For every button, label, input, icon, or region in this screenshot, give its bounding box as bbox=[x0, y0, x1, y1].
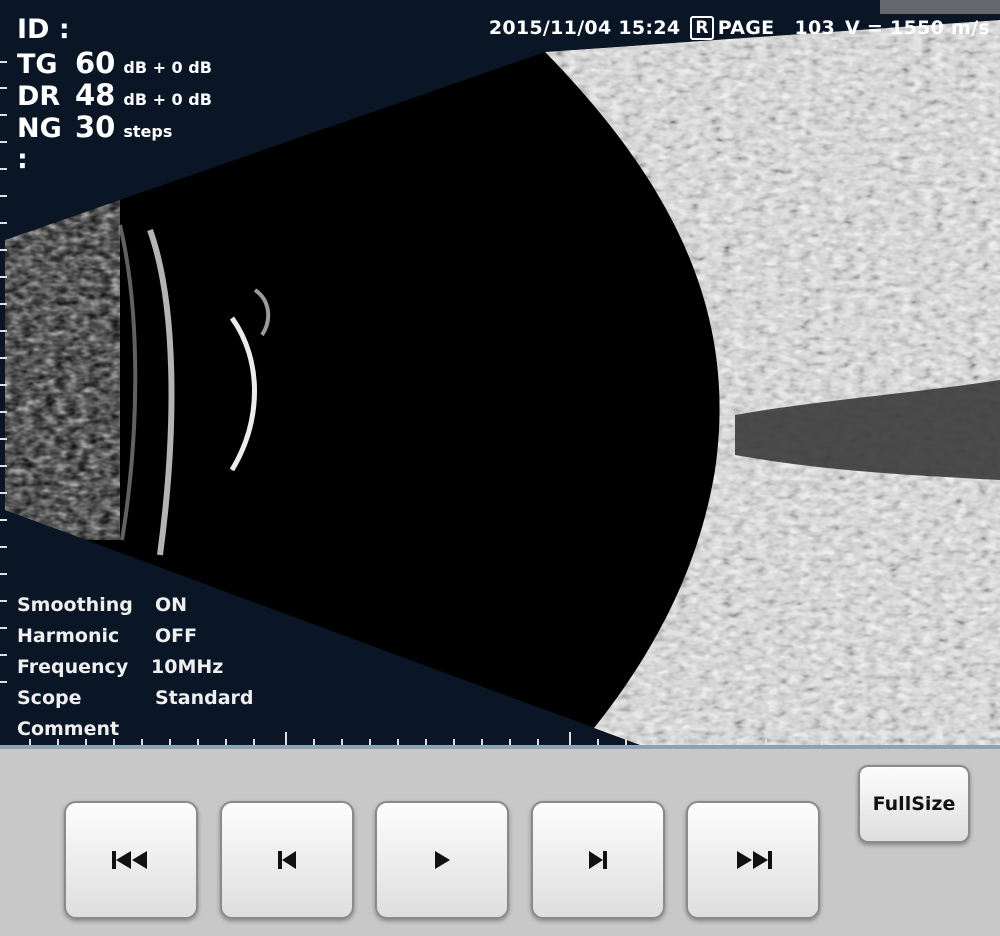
step-back-icon bbox=[278, 851, 296, 869]
setting-frequency: Frequency 10MHz bbox=[17, 656, 223, 678]
skip-to-last-icon bbox=[737, 851, 772, 869]
playback-controls: FullSize bbox=[0, 745, 1000, 936]
step-forward-icon bbox=[589, 851, 607, 869]
velocity-readout: V = 1550 m/s bbox=[845, 17, 990, 39]
setting-harmonic: Harmonic OFF bbox=[17, 625, 197, 647]
setting-value: 10MHz bbox=[151, 656, 224, 678]
play-icon bbox=[435, 851, 450, 869]
tg-value: 60 bbox=[75, 46, 116, 80]
dr-unit: dB + 0 dB bbox=[123, 90, 212, 109]
datetime: 2015/11/04 15:24 bbox=[488, 17, 681, 39]
ng-readout: NG : 30 steps bbox=[17, 110, 172, 175]
dr-value: 48 bbox=[75, 78, 116, 112]
side-badge: R bbox=[690, 16, 714, 40]
setting-value: OFF bbox=[155, 625, 198, 647]
ng-unit: steps bbox=[123, 122, 173, 141]
next-frame-button[interactable] bbox=[531, 801, 665, 919]
setting-key: Scope bbox=[17, 687, 82, 709]
tg-unit: dB + 0 dB bbox=[123, 58, 212, 77]
setting-scope: Scope Standard bbox=[17, 687, 254, 709]
play-button[interactable] bbox=[375, 801, 509, 919]
previous-frame-button[interactable] bbox=[220, 801, 354, 919]
status-header: 2015/11/04 15:24 R PAGE 103 V = 1550 m/s bbox=[489, 16, 990, 40]
last-frame-button[interactable] bbox=[686, 801, 820, 919]
setting-smoothing: Smoothing ON bbox=[17, 594, 187, 616]
page-label: PAGE bbox=[717, 17, 775, 39]
setting-key: Harmonic bbox=[17, 625, 120, 647]
setting-comment: Comment bbox=[17, 718, 155, 740]
ng-label: NG : bbox=[17, 113, 62, 175]
setting-key: Smoothing bbox=[17, 594, 133, 616]
fullsize-button[interactable]: FullSize bbox=[858, 765, 970, 843]
page-number: 103 bbox=[794, 17, 835, 39]
setting-value: Standard bbox=[155, 687, 254, 709]
ng-value: 30 bbox=[75, 110, 116, 144]
setting-key: Frequency bbox=[17, 656, 129, 678]
setting-key: Comment bbox=[17, 718, 120, 740]
setting-value: ON bbox=[155, 594, 188, 616]
ultrasound-display: ID : TG : 60 dB + 0 dB DR : 48 dB + 0 dB… bbox=[0, 0, 1000, 745]
skip-to-first-icon bbox=[112, 851, 147, 869]
patient-id-label: ID : bbox=[17, 14, 70, 45]
first-frame-button[interactable] bbox=[64, 801, 198, 919]
